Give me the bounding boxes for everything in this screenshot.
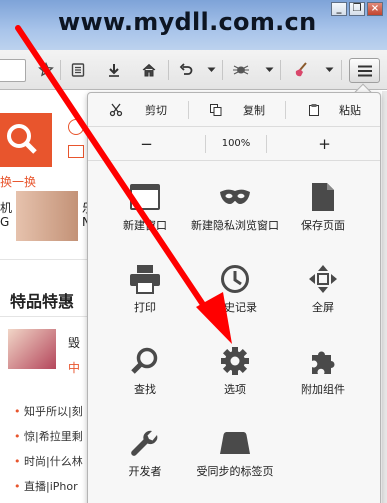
open-menu-button[interactable] [349,58,380,83]
bug-addon-icon[interactable] [229,60,253,80]
zoom-in-button[interactable]: + [267,127,380,160]
print-icon [127,261,163,297]
wrench-icon [127,425,163,461]
new-window-label: 新建窗口 [123,219,167,232]
watermark-text: www.mydll.com.cn [58,8,317,36]
page-scrollbar[interactable] [382,91,387,503]
list-item[interactable]: • 时尚|什么林 [14,453,83,469]
clipboard-icon [309,103,319,116]
save-page-label: 保存页面 [301,219,345,232]
find-label: 查找 [134,383,156,396]
scissors-icon [109,103,123,116]
new-private-window-label: 新建隐私浏览窗口 [191,219,279,232]
edit-controls-row: 剪切 复制 粘贴 [88,93,380,127]
new-window-button[interactable]: 新建窗口 [100,173,190,255]
navigation-toolbar [0,50,387,90]
copy-label: 复制 [243,103,265,117]
thumbnail-image [8,329,56,369]
copy-button[interactable]: 复制 [189,93,285,126]
print-button[interactable]: 打印 [100,255,190,337]
save-page-button[interactable]: 保存页面 [278,173,368,255]
phone-image [16,191,78,241]
list-item[interactable]: • 直播|iPhor [14,478,78,494]
new-private-window-button[interactable]: 新建隐私浏览窗口 [190,173,280,255]
broom-icon[interactable] [289,60,313,80]
zoom-out-button[interactable]: − [88,127,205,160]
synced-tabs-icon [217,425,253,461]
history-label: 历史记录 [213,301,257,314]
mail-icon [68,145,84,158]
synced-tabs-button[interactable]: 受同步的标签页 [190,419,280,501]
options-button[interactable]: 选项 [190,337,280,419]
copy-icon [210,103,222,116]
zoom-controls-row: − 100% + [88,127,380,161]
title-bar: www.mydll.com.cn _ ❐ × [0,0,387,50]
restore-button[interactable]: ❐ [349,2,365,16]
developer-button[interactable]: 开发者 [100,419,190,501]
addons-button[interactable]: 附加组件 [278,337,368,419]
fullscreen-icon [305,261,341,297]
circle-icon [68,119,84,135]
history-icon [217,261,253,297]
section-title: 特品特惠 [10,292,75,311]
url-field[interactable] [0,59,26,82]
chevron-down-icon[interactable] [322,60,336,80]
refresh-link[interactable]: 换一换 [0,173,36,190]
zoom-reset-button[interactable]: 100% [206,127,266,160]
item-title[interactable]: 毁 [68,334,80,351]
options-label: 选项 [224,383,246,396]
item-subtitle: 中 [68,361,81,375]
search-logo-block [0,113,52,167]
close-button[interactable]: × [367,2,383,16]
fullscreen-button[interactable]: 全屏 [278,255,368,337]
search-icon [7,124,37,154]
new-window-icon [127,179,163,215]
hamburger-icon [357,65,372,76]
cut-label: 剪切 [145,103,167,117]
gear-icon [217,343,253,379]
side-label: 机 [0,201,13,215]
synced-tabs-label: 受同步的标签页 [196,465,274,478]
bookmark-star-icon[interactable] [36,60,56,80]
print-label: 打印 [134,301,156,314]
app-menu-panel: 剪切 复制 粘贴 − 100% + 新建窗口 新建隐私浏览窗口 保存页面 打印 … [87,92,381,503]
download-icon[interactable] [103,60,125,80]
side-label: G [0,215,10,229]
minimize-button[interactable]: _ [331,2,347,16]
cut-button[interactable]: 剪切 [88,93,188,126]
private-mask-icon [217,179,253,215]
chevron-down-icon[interactable] [204,60,218,80]
paste-label: 粘贴 [339,103,361,117]
home-icon[interactable] [138,60,160,80]
puzzle-icon [305,343,341,379]
find-button[interactable]: 查找 [100,337,190,419]
reading-list-icon[interactable] [67,60,89,80]
fullscreen-label: 全屏 [312,301,334,314]
chevron-down-icon[interactable] [262,60,276,80]
paste-button[interactable]: 粘贴 [286,93,380,126]
search-icon [127,343,163,379]
list-item[interactable]: • 知乎所以|刻 [14,403,83,419]
addons-label: 附加组件 [301,383,345,396]
developer-label: 开发者 [128,465,162,478]
undo-icon[interactable] [175,60,197,80]
list-item[interactable]: • 惊|希拉里剩 [14,428,83,444]
save-page-icon [305,179,341,215]
history-button[interactable]: 历史记录 [190,255,280,337]
